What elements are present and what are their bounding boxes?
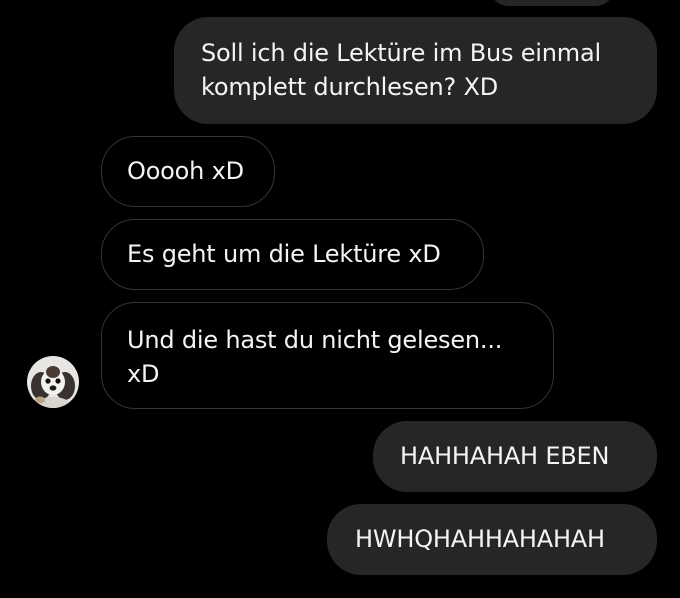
previous-message-bubble[interactable] <box>490 0 614 6</box>
sent-message-bubble[interactable]: HWHQHAHHAHAHAH <box>327 504 657 575</box>
dog-avatar-icon <box>27 356 79 408</box>
received-message-bubble[interactable]: Und die hast du nicht gelesen... xD <box>101 302 554 409</box>
contact-avatar[interactable] <box>27 356 79 408</box>
received-message-bubble[interactable]: Ooooh xD <box>101 136 275 207</box>
chat-thread: Soll ich die Lektüre im Bus einmal kompl… <box>0 0 680 598</box>
sent-message-bubble[interactable]: Soll ich die Lektüre im Bus einmal kompl… <box>174 17 657 124</box>
sent-message-bubble[interactable]: HAHHAHAH EBEN <box>373 421 657 492</box>
received-message-bubble[interactable]: Es geht um die Lektüre xD <box>101 219 484 290</box>
